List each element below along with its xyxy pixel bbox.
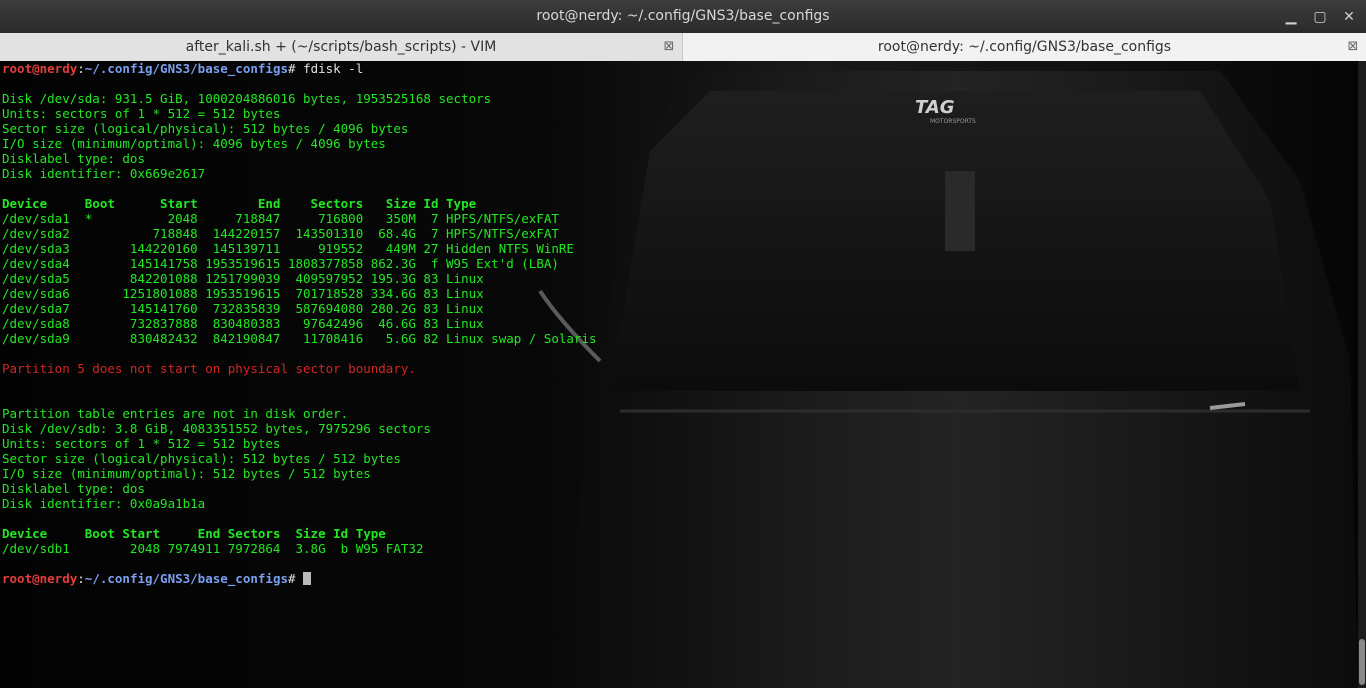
sda-io-size-line: I/O size (minimum/optimal): 4096 bytes /… [2,136,386,151]
prompt-sep: : [77,61,85,76]
tab-label: after_kali.sh + (~/scripts/bash_scripts)… [185,39,497,55]
tab-terminal[interactable]: root@nerdy: ~/.config/GNS3/base_configs … [683,33,1366,61]
sdb-io-size-line: I/O size (minimum/optimal): 512 bytes / … [2,466,371,481]
partition-row: /dev/sda6 1251801088 1953519615 70171852… [2,286,484,301]
window-title: root@nerdy: ~/.config/GNS3/base_configs [536,8,830,24]
prompt-symbol: # [288,61,304,76]
sda-units-line: Units: sectors of 1 * 512 = 512 bytes [2,106,281,121]
terminal-output: root@nerdy:~/.config/GNS3/base_configs# … [2,61,597,586]
tab-close-icon[interactable]: ⊠ [662,33,676,61]
close-window-icon[interactable]: ✕ [1340,8,1358,26]
sdb-disk-line: Disk /dev/sdb: 3.8 GiB, 4083351552 bytes… [2,421,431,436]
partition-row: /dev/sda8 732837888 830480383 97642496 4… [2,316,484,331]
partition-row: /dev/sda1 * 2048 718847 716800 350M 7 HP… [2,211,559,226]
window-titlebar[interactable]: root@nerdy: ~/.config/GNS3/base_configs … [0,0,1366,33]
partition-row: /dev/sda4 145141758 1953519615 180837785… [2,256,559,271]
sdb-units-line: Units: sectors of 1 * 512 = 512 bytes [2,436,281,451]
prompt-symbol: # [288,571,304,586]
partition-row: /dev/sda5 842201088 1251799039 409597952… [2,271,484,286]
terminal-scrollbar[interactable] [1358,61,1366,688]
maximize-icon[interactable]: ▢ [1311,8,1329,26]
sda-table-header: Device Boot Start End Sectors Size Id Ty… [2,196,477,211]
prompt-user: root@nerdy [2,571,78,586]
sdb-label-type-line: Disklabel type: dos [2,481,145,496]
prompt-path: ~/.config/GNS3/base_configs [84,61,288,76]
sda-identifier-line: Disk identifier: 0x669e2617 [2,166,206,181]
prompt-path: ~/.config/GNS3/base_configs [84,571,288,586]
order-note: Partition table entries are not in disk … [2,406,349,421]
scrollbar-thumb[interactable] [1359,639,1365,685]
sda-label-type-line: Disklabel type: dos [2,151,145,166]
prompt-sep: : [77,571,85,586]
terminal-area[interactable]: TAG MOTORSPORTS root@nerdy:~/.config/GNS… [0,61,1358,688]
partition-row: /dev/sda3 144220160 145139711 919552 449… [2,241,574,256]
minimize-icon[interactable]: ▁ [1282,8,1300,26]
partition-row: /dev/sda7 145141760 732835839 587694080 … [2,301,484,316]
partition-row: /dev/sdb1 2048 7974911 7972864 3.8G b W9… [2,541,424,556]
tab-bar: after_kali.sh + (~/scripts/bash_scripts)… [0,33,1366,62]
tab-vim[interactable]: after_kali.sh + (~/scripts/bash_scripts)… [0,33,683,61]
partition-warning: Partition 5 does not start on physical s… [2,361,416,376]
text-cursor[interactable] [303,572,312,585]
sdb-table-header: Device Boot Start End Sectors Size Id Ty… [2,526,386,541]
sda-sector-size-line: Sector size (logical/physical): 512 byte… [2,121,409,136]
partition-row: /dev/sda9 830482432 842190847 11708416 5… [2,331,597,346]
command-text: fdisk -l [303,61,364,76]
tab-close-icon[interactable]: ⊠ [1346,33,1360,61]
sdb-sector-size-line: Sector size (logical/physical): 512 byte… [2,451,401,466]
sda-disk-line: Disk /dev/sda: 931.5 GiB, 1000204886016 … [2,91,492,106]
sdb-identifier-line: Disk identifier: 0x0a9a1b1a [2,496,206,511]
wallpaper-logo-sub: MOTORSPORTS [930,118,976,125]
tab-label: root@nerdy: ~/.config/GNS3/base_configs [877,39,1172,55]
prompt-user: root@nerdy [2,61,78,76]
partition-row: /dev/sda2 718848 144220157 143501310 68.… [2,226,559,241]
wallpaper-logo: TAG [915,97,955,118]
